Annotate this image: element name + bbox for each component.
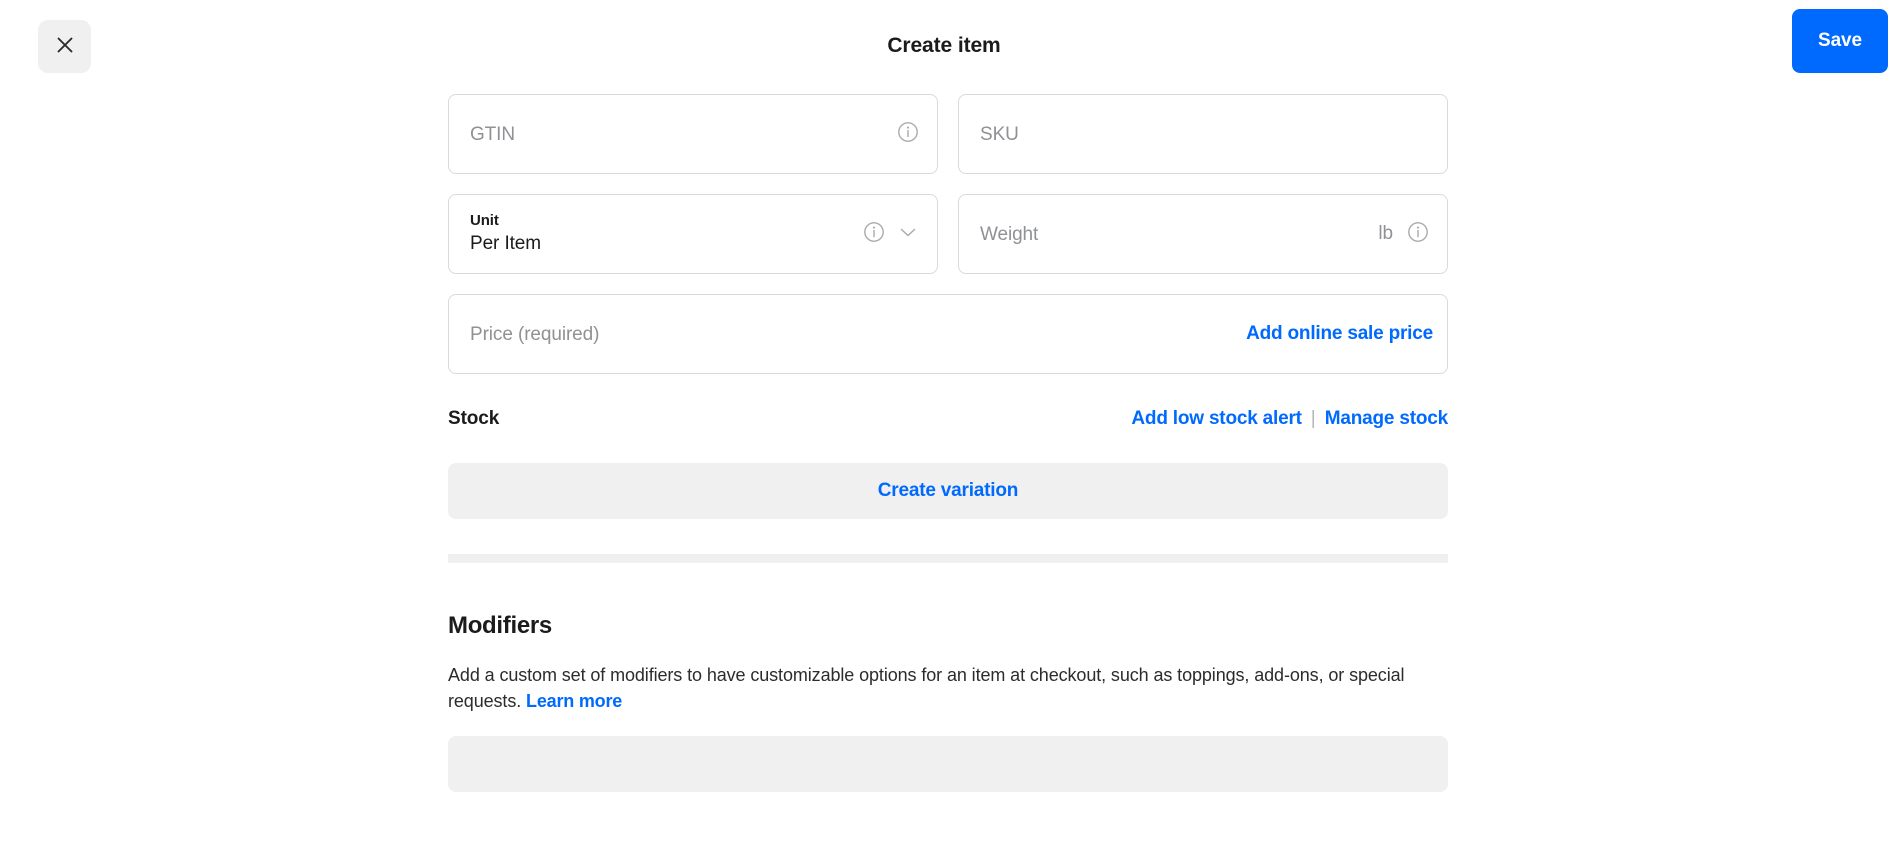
add-online-sale-price-link[interactable]: Add online sale price [1246, 323, 1433, 345]
page-header: Create item Save [0, 0, 1888, 84]
modifiers-description: Add a custom set of modifiers to have cu… [448, 663, 1424, 714]
form-row-price: Price (required) Add online sale price [448, 294, 1448, 374]
weight-unit-suffix: lb [1378, 223, 1393, 244]
sku-placeholder: SKU [980, 123, 1019, 145]
item-form: GTIN SKU Unit Per Item Weight lb Price (… [448, 94, 1448, 797]
sku-field[interactable]: SKU [958, 94, 1448, 174]
form-row-identifiers: GTIN SKU [448, 94, 1448, 174]
create-item-page: Create item Save GTIN SKU Unit Per Item … [0, 0, 1888, 861]
section-divider [448, 554, 1448, 563]
stock-label: Stock [448, 408, 500, 429]
weight-field[interactable]: Weight lb [958, 194, 1448, 274]
info-icon[interactable] [897, 121, 919, 148]
add-low-stock-alert-link[interactable]: Add low stock alert [1131, 408, 1302, 430]
stock-section: Stock Add low stock alert | Manage stock [448, 401, 1448, 437]
manage-stock-link[interactable]: Manage stock [1325, 408, 1448, 430]
gtin-placeholder: GTIN [470, 123, 515, 145]
modifiers-heading: Modifiers [448, 612, 552, 639]
create-variation-button[interactable]: Create variation [448, 463, 1448, 519]
create-modifier-set-button[interactable] [448, 736, 1448, 793]
unit-label: Unit [470, 211, 499, 229]
unit-value: Per Item [470, 233, 541, 255]
info-icon[interactable] [1407, 221, 1429, 248]
unit-text-stack: Unit Per Item [470, 211, 863, 255]
form-row-unit-weight: Unit Per Item Weight lb [448, 194, 1448, 274]
page-title: Create item [887, 34, 1001, 57]
info-icon[interactable] [863, 221, 885, 248]
learn-more-link[interactable]: Learn more [526, 691, 622, 711]
gtin-adornments [897, 121, 919, 148]
link-separator: | [1310, 408, 1316, 429]
close-button[interactable] [38, 20, 91, 73]
save-button[interactable]: Save [1792, 9, 1888, 73]
unit-field[interactable]: Unit Per Item [448, 194, 938, 274]
price-placeholder: Price (required) [470, 323, 600, 345]
gtin-field[interactable]: GTIN [448, 94, 938, 174]
weight-placeholder: Weight [980, 223, 1039, 245]
stock-links: Add low stock alert | Manage stock [1131, 408, 1448, 430]
unit-adornments [863, 221, 919, 248]
close-icon [55, 35, 75, 58]
price-field[interactable]: Price (required) Add online sale price [448, 294, 1448, 374]
chevron-down-icon[interactable] [897, 221, 919, 248]
weight-adornments [1407, 221, 1429, 248]
